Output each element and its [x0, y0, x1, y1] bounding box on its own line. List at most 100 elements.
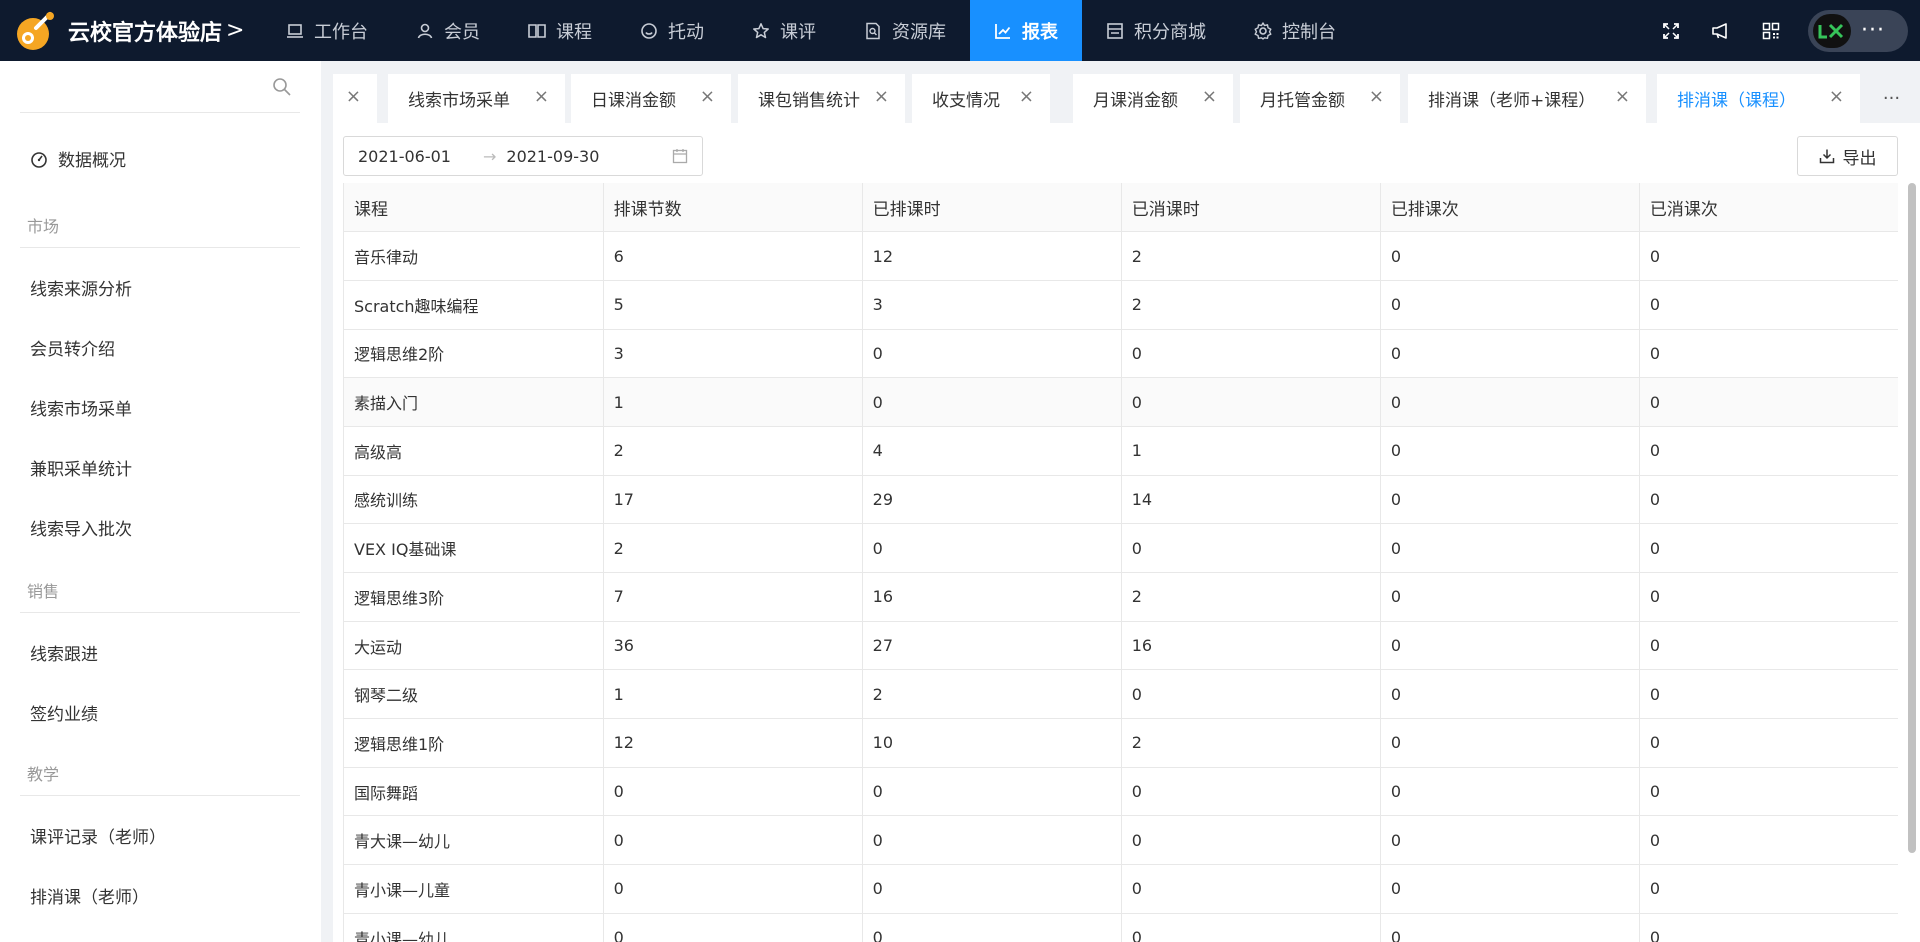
tab-label: 排消课（课程）: [1677, 91, 1796, 111]
main-content: × 线索市场采单 × 日课消金额 × 课包销售统计 × 收支情况 × 月课消金额…: [333, 61, 1920, 942]
start-date[interactable]: 2021-06-01: [358, 147, 451, 166]
tab-schedule-teacher-course[interactable]: 排消课（老师+课程） ×: [1408, 74, 1646, 123]
tab-more-icon[interactable]: ···: [1863, 74, 1920, 123]
column-header[interactable]: 排课节数: [603, 183, 863, 233]
brand-title: 云校官方体验店: [68, 20, 223, 46]
nav-resources[interactable]: 资源库: [840, 0, 970, 61]
table-row[interactable]: 感统训练 17 29 14 0 0: [344, 475, 1898, 525]
tab-daily-consumption[interactable]: 日课消金额 ×: [571, 74, 731, 123]
table-row[interactable]: 钢琴二级 1 2 0 0 0: [344, 669, 1898, 720]
chart-icon: [995, 23, 1011, 39]
sidebar-item-lead-import[interactable]: 线索导入批次: [30, 515, 132, 540]
sidebar-item-parttime-stats[interactable]: 兼职采单统计: [30, 455, 132, 480]
close-icon[interactable]: ×: [1615, 88, 1630, 106]
table-row[interactable]: 青大课—幼儿 0 0 0 0 0: [344, 815, 1898, 866]
value-cell: 0: [1639, 718, 1898, 768]
value-cell: 27: [862, 621, 1122, 671]
export-button[interactable]: 导出: [1797, 136, 1898, 176]
close-icon[interactable]: ×: [700, 88, 715, 106]
sidebar-item-member-referral[interactable]: 会员转介绍: [30, 335, 115, 360]
nav-care[interactable]: 托动: [616, 0, 728, 61]
tab-monthly-care[interactable]: 月托管金额 ×: [1240, 74, 1400, 123]
value-cell: 0: [1121, 767, 1381, 817]
table-row[interactable]: 音乐律动 6 12 2 0 0: [344, 231, 1898, 281]
date-range-picker[interactable]: 2021-06-01 → 2021-09-30: [343, 136, 703, 176]
nav-console[interactable]: 控制台: [1230, 0, 1360, 61]
value-cell: 0: [1639, 767, 1898, 817]
smile-icon: [641, 22, 657, 39]
table-row[interactable]: Scratch趣味编程 5 3 2 0 0: [344, 280, 1898, 330]
table-row[interactable]: VEX IQ基础课 2 0 0 0 0: [344, 523, 1898, 573]
brand[interactable]: 云校官方体验店 >: [0, 0, 262, 61]
column-header[interactable]: 已排课次: [1380, 183, 1640, 233]
close-icon[interactable]: ×: [534, 88, 549, 106]
column-header[interactable]: 课程: [344, 183, 604, 233]
fullscreen-icon[interactable]: [1646, 0, 1696, 61]
sidebar-item-lead-source[interactable]: 线索来源分析: [30, 275, 132, 300]
nav-workbench[interactable]: 工作台: [262, 0, 392, 61]
close-icon[interactable]: ×: [1019, 88, 1034, 106]
tab-income-expense[interactable]: 收支情况 ×: [912, 74, 1050, 123]
table-row[interactable]: 大运动 36 27 16 0 0: [344, 621, 1898, 671]
end-date[interactable]: 2021-09-30: [506, 147, 599, 166]
sidebar-item-label: 数据概况: [58, 151, 126, 171]
qrcode-icon[interactable]: [1746, 0, 1796, 61]
tab-monthly-consumption[interactable]: 月课消金额 ×: [1073, 74, 1233, 123]
tab-package-sales[interactable]: 课包销售统计 ×: [738, 74, 905, 123]
value-cell: 5: [603, 280, 863, 330]
close-icon[interactable]: ×: [1202, 88, 1217, 106]
value-cell: 0: [862, 864, 1122, 914]
tab-partial[interactable]: ×: [333, 74, 377, 123]
table-row[interactable]: 素描入门 1 0 0 0 0: [344, 377, 1898, 427]
value-cell: 16: [862, 572, 1122, 622]
report-table-container[interactable]: 课程 排课节数 已排课时 已消课时 已排课次 已消课次 音乐律动 6 12 2 0 0 Sc…: [343, 183, 1898, 942]
course-name-cell: VEX IQ基础课: [344, 523, 604, 573]
table-row[interactable]: 国际舞蹈 0 0 0 0 0: [344, 767, 1898, 817]
nav-members[interactable]: 会员: [392, 0, 504, 61]
logo-icon: [12, 8, 58, 54]
value-cell: 0: [1639, 572, 1898, 622]
sidebar-group-market: 市场: [20, 213, 300, 248]
table-row[interactable]: 青小课—儿童 0 0 0 0 0: [344, 864, 1898, 914]
sidebar-item-lead-collection[interactable]: 线索市场采单: [30, 395, 132, 420]
table-row[interactable]: 逻辑思维1阶 12 10 2 0 0: [344, 718, 1898, 768]
course-name-cell: 钢琴二级: [344, 669, 604, 720]
announcement-icon[interactable]: [1696, 0, 1746, 61]
sidebar-item-lead-followup[interactable]: 线索跟进: [30, 640, 98, 665]
tab-label: 排消课（老师+课程）: [1428, 91, 1596, 111]
table-row[interactable]: 逻辑思维3阶 7 16 2 0 0: [344, 572, 1898, 622]
nav-reports[interactable]: 报表: [970, 0, 1082, 61]
value-cell: 0: [1639, 913, 1898, 942]
close-icon[interactable]: ×: [1369, 88, 1384, 106]
column-header[interactable]: 已消课时: [1121, 183, 1381, 233]
sidebar: 数据概况 市场 线索来源分析 会员转介绍 线索市场采单 兼职采单统计 线索导入批…: [0, 61, 321, 942]
sidebar-search[interactable]: [20, 61, 300, 113]
tab-schedule-course[interactable]: 排消课（课程） ×: [1657, 74, 1860, 123]
value-cell: 0: [1639, 523, 1898, 573]
vertical-scrollbar[interactable]: [1908, 183, 1916, 853]
nav-courses[interactable]: 课程: [504, 0, 616, 61]
top-right-actions: ···: [1646, 0, 1920, 61]
table-row[interactable]: 青小课—幼儿 0 0 0 0 0: [344, 913, 1898, 942]
file-search-icon: [866, 22, 880, 39]
column-header[interactable]: 已消课次: [1639, 183, 1898, 233]
value-cell: 10: [862, 718, 1122, 768]
nav-label: 工作台: [314, 21, 368, 43]
sidebar-item-overview[interactable]: 数据概况: [30, 146, 126, 171]
close-icon[interactable]: ×: [874, 88, 889, 106]
sidebar-item-review-records[interactable]: 课评记录（老师）: [30, 823, 166, 848]
user-menu[interactable]: ···: [1808, 9, 1908, 52]
nav-reviews[interactable]: 课评: [728, 0, 840, 61]
tab-lead-collection[interactable]: 线索市场采单 ×: [388, 74, 565, 123]
value-cell: 17: [603, 475, 863, 525]
sidebar-item-schedule-teacher[interactable]: 排消课（老师）: [30, 883, 149, 908]
nav-points-mall[interactable]: 积分商城: [1082, 0, 1230, 61]
value-cell: 0: [1380, 377, 1640, 427]
sidebar-item-contract-performance[interactable]: 签约业绩: [30, 700, 98, 725]
table-row[interactable]: 逻辑思维2阶 3 0 0 0 0: [344, 329, 1898, 379]
column-header[interactable]: 已排课时: [862, 183, 1122, 233]
close-icon[interactable]: ×: [346, 88, 361, 106]
value-cell: 36: [603, 621, 863, 671]
table-row[interactable]: 高级高 2 4 1 0 0: [344, 426, 1898, 476]
close-icon[interactable]: ×: [1829, 88, 1844, 106]
